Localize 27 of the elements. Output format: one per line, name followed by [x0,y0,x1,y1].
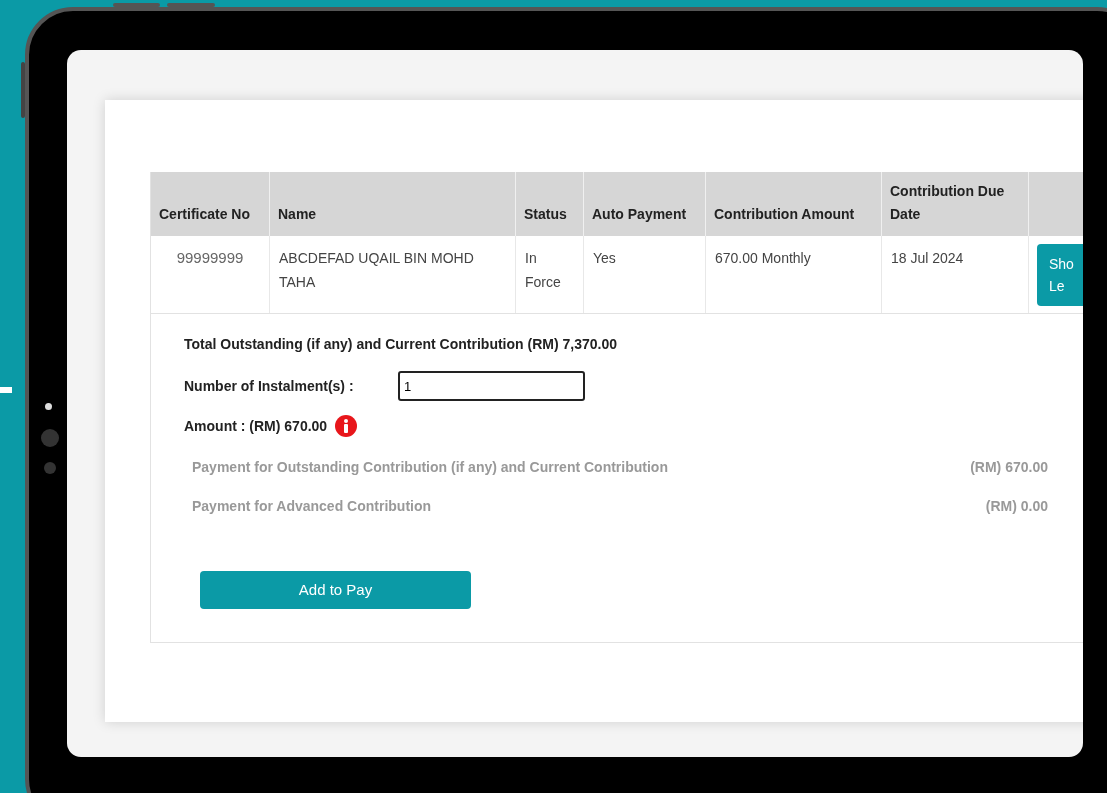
instalment-input[interactable]: 1 [398,371,585,401]
column-header: Contribution Due Date [890,182,1006,224]
info-icon[interactable] [335,415,358,437]
instalment-label: Number of Instalment(s) : [184,376,355,396]
table-cell: In Force [525,250,561,290]
breakdown-label: Payment for Advanced Contribution [192,497,432,516]
breakdown-value: (RM) 670.00 [970,458,1048,477]
dash-mark [0,387,12,393]
breakdown-label: Payment for Outstanding Contribution (if any) and Current Contribution [192,458,668,477]
add-to-pay-button[interactable]: Add to Pay [200,571,471,609]
table-cell: 670.00 Monthly [715,250,811,266]
amount-text: Amount : (RM) 670.00 [184,416,328,436]
breakdown-value: (RM) 0.00 [985,497,1048,516]
table-cell: ABCDEFAD UQAIL BIN MOHD TAHA [279,250,474,290]
column-header: Status [524,205,567,224]
show-less-button[interactable]: Sho Le [1037,244,1083,306]
sensor-icon [41,429,59,447]
column-header: Name [278,205,317,224]
table-cell: 18 Jul 2024 [891,250,964,266]
table-cell: Yes [593,250,616,266]
column-header: Auto Payment [592,205,687,224]
column-header: Contribution Amount [714,205,855,224]
total-text: Total Outstanding (if any) and Current Contribution (RM) 7,370.00 [184,335,618,354]
camera-icon [45,403,52,410]
table-cell: 99999999 [176,249,244,266]
sensor-icon [44,462,56,474]
column-header: Certificate No [159,205,251,224]
